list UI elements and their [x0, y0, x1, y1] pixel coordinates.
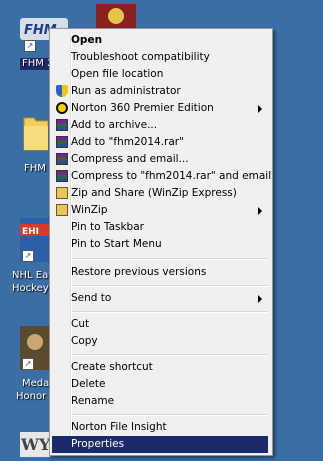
menu-item-pin-taskbar[interactable]: Pin to Taskbar	[52, 219, 268, 236]
menu-item-cut[interactable]: Cut	[52, 316, 268, 333]
menu-item-label: Cut	[71, 318, 90, 330]
menu-item-label: Pin to Start Menu	[71, 238, 162, 250]
menu-item-label: Norton File Insight	[71, 421, 167, 433]
menu-item-label: Restore previous versions	[71, 266, 207, 278]
shortcut-arrow-icon: ↗	[22, 250, 34, 262]
menu-item-create-shortcut[interactable]: Create shortcut	[52, 359, 268, 376]
menu-item-label: Properties	[71, 438, 125, 450]
winrar-icon	[56, 170, 68, 182]
game-icon-bottom[interactable]: WY	[20, 432, 51, 457]
game-art-icon	[96, 4, 136, 28]
menu-separator	[72, 414, 268, 416]
folder-icon[interactable]	[22, 112, 49, 152]
menu-item-properties[interactable]: Properties	[52, 436, 268, 453]
menu-item-label: Create shortcut	[71, 361, 153, 373]
menu-separator	[72, 258, 268, 260]
menu-item-label: Open	[71, 34, 103, 46]
shortcut-arrow-icon: ↗	[22, 358, 34, 370]
menu-item-winzip[interactable]: WinZip	[52, 202, 268, 219]
game-art-icon: WY	[20, 432, 51, 457]
menu-item-open[interactable]: Open	[52, 32, 268, 49]
norton-icon	[56, 102, 68, 114]
menu-item-label: Send to	[71, 292, 112, 304]
menu-item-label: Zip and Share (WinZip Express)	[71, 187, 237, 199]
desktop-icon-label: Meda	[22, 378, 50, 389]
menu-item-compress-email[interactable]: Compress and email...	[52, 151, 268, 168]
svg-text:WY: WY	[20, 435, 50, 454]
winrar-icon	[56, 136, 68, 148]
menu-item-copy[interactable]: Copy	[52, 333, 268, 350]
svg-text:EHI: EHI	[22, 227, 39, 237]
desktop-icon-label: NHL Eas	[12, 270, 54, 281]
menu-item-norton-360[interactable]: Norton 360 Premier Edition	[52, 100, 268, 117]
winzip-icon	[56, 204, 68, 216]
menu-item-run-as-admin[interactable]: Run as administrator	[52, 83, 268, 100]
uac-shield-icon	[56, 85, 68, 97]
menu-item-send-to[interactable]: Send to	[52, 290, 268, 307]
menu-item-pin-start[interactable]: Pin to Start Menu	[52, 236, 268, 253]
menu-item-rename[interactable]: Rename	[52, 393, 268, 410]
menu-separator	[72, 311, 268, 313]
menu-item-restore-versions[interactable]: Restore previous versions	[52, 264, 268, 281]
menu-separator	[72, 285, 268, 287]
winrar-icon	[56, 119, 68, 131]
menu-item-label: Pin to Taskbar	[71, 221, 144, 233]
menu-item-label: Troubleshoot compatibility	[71, 51, 210, 63]
menu-item-troubleshoot[interactable]: Troubleshoot compatibility	[52, 49, 268, 66]
submenu-arrow-icon	[258, 295, 262, 303]
menu-separator	[72, 354, 268, 356]
submenu-arrow-icon	[258, 105, 262, 113]
game-icon-top[interactable]	[96, 4, 136, 28]
desktop-icon-label-line2: Hockey	[12, 283, 49, 294]
menu-item-label: Copy	[71, 335, 98, 347]
folder-icon-graphic	[23, 117, 49, 151]
winzip-icon	[56, 187, 68, 199]
menu-item-label: Norton 360 Premier Edition	[71, 102, 214, 114]
menu-item-compress-to-rar-email[interactable]: Compress to "fhm2014.rar" and email	[52, 168, 272, 185]
menu-item-label: Delete	[71, 378, 106, 390]
menu-item-label: WinZip	[71, 204, 108, 216]
menu-item-label: Compress and email...	[71, 153, 189, 165]
menu-item-label: Compress to "fhm2014.rar" and email	[71, 170, 272, 182]
menu-item-add-to-rar[interactable]: Add to "fhm2014.rar"	[52, 134, 268, 151]
menu-item-label: Rename	[71, 395, 115, 407]
menu-item-label: Open file location	[71, 68, 164, 80]
shortcut-arrow-icon: ↗	[24, 40, 36, 52]
menu-item-label: Add to archive...	[71, 119, 158, 131]
menu-item-open-file-location[interactable]: Open file location	[52, 66, 268, 83]
desktop-icon-label: FHM	[24, 163, 46, 174]
nhl-game-icon[interactable]: EHI ↗	[20, 218, 50, 262]
winrar-icon	[56, 153, 68, 165]
medal-game-icon[interactable]: ↗	[20, 326, 50, 370]
menu-item-delete[interactable]: Delete	[52, 376, 268, 393]
submenu-arrow-icon	[258, 207, 262, 215]
menu-item-label: Add to "fhm2014.rar"	[71, 136, 184, 148]
menu-item-label: Run as administrator	[71, 85, 181, 97]
menu-item-zip-and-share[interactable]: Zip and Share (WinZip Express)	[52, 185, 268, 202]
context-menu: Open Troubleshoot compatibility Open fil…	[49, 28, 273, 456]
menu-item-add-to-archive[interactable]: Add to archive...	[52, 117, 268, 134]
menu-item-norton-file-insight[interactable]: Norton File Insight	[52, 419, 268, 436]
